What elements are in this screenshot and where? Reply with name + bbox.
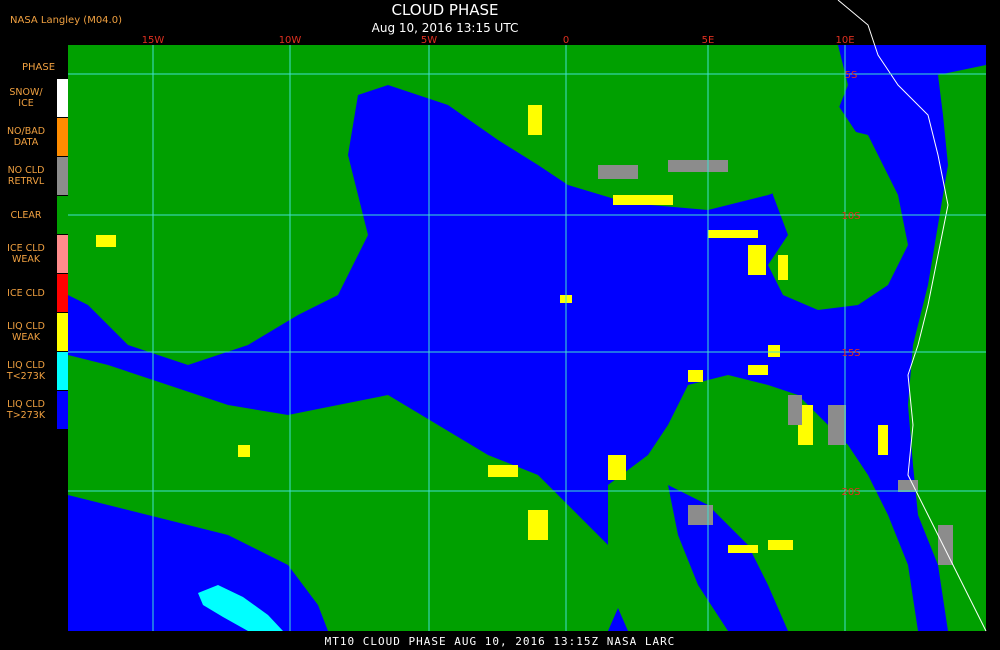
legend-label-line1: NO/BAD bbox=[6, 126, 46, 137]
legend-label: LIQ CLD T>273K bbox=[0, 399, 52, 421]
legend-label-line1: ICE CLD bbox=[7, 243, 45, 254]
legend-label: SNOW/ICE bbox=[0, 87, 52, 109]
legend-label-line2: T>273K bbox=[6, 410, 46, 421]
latitude-label: 15S bbox=[841, 348, 860, 359]
legend-label: NO/BAD DATA bbox=[0, 126, 52, 148]
legend-label-line1: LIQ CLD bbox=[7, 399, 45, 410]
latitude-label: 5S bbox=[845, 70, 858, 81]
legend-label: LIQ CLD WEAK bbox=[0, 321, 52, 343]
longitude-label: 0 bbox=[563, 35, 569, 46]
legend-label: ICE CLD WEAK bbox=[0, 243, 52, 265]
longitude-label: 5W bbox=[421, 35, 437, 46]
legend-label: NO CLD RETRVL bbox=[0, 165, 52, 187]
map-subtitle: Aug 10, 2016 13:15 UTC bbox=[371, 21, 519, 35]
legend-label-line1: NO CLD bbox=[7, 165, 45, 176]
legend-label: CLEAR bbox=[0, 210, 52, 221]
legend-label-line2: RETRVL bbox=[7, 176, 45, 187]
legend-label-line1: ICE CLD bbox=[7, 288, 45, 299]
longitude-label: 10E bbox=[835, 35, 854, 46]
longitude-label: 10W bbox=[279, 35, 302, 46]
latitude-label: 20S bbox=[841, 487, 860, 498]
latitude-label: 10S bbox=[841, 211, 860, 222]
footer-caption: MT10 CLOUD PHASE AUG 10, 2016 13:15Z NAS… bbox=[324, 635, 676, 648]
longitude-label: 5E bbox=[702, 35, 715, 46]
legend-label-line1: LIQ CLD bbox=[7, 360, 45, 371]
legend-title: PHASE bbox=[22, 62, 56, 73]
cloud-phase-map: 15W 10W 5W 0 5E 10E 5S 10S 15S 20S bbox=[68, 0, 987, 632]
legend-label-line2: DATA bbox=[13, 137, 39, 148]
legend-label: ICE CLD bbox=[0, 288, 52, 299]
producer-label: NASA Langley (M04.0) bbox=[10, 15, 122, 26]
legend-label-line2: WEAK bbox=[11, 254, 41, 265]
legend-label-line2: T<273K bbox=[6, 371, 46, 382]
legend-label-line2: ICE bbox=[18, 98, 34, 109]
legend-label-line1: CLEAR bbox=[10, 210, 42, 221]
legend-label-line1: SNOW/ bbox=[9, 87, 43, 98]
legend-label-line2: WEAK bbox=[11, 332, 41, 343]
legend-label: LIQ CLD T<273K bbox=[0, 360, 52, 382]
map-title: CLOUD PHASE bbox=[391, 1, 499, 19]
legend-label-line1: LIQ CLD bbox=[7, 321, 45, 332]
longitude-label: 15W bbox=[142, 35, 165, 46]
